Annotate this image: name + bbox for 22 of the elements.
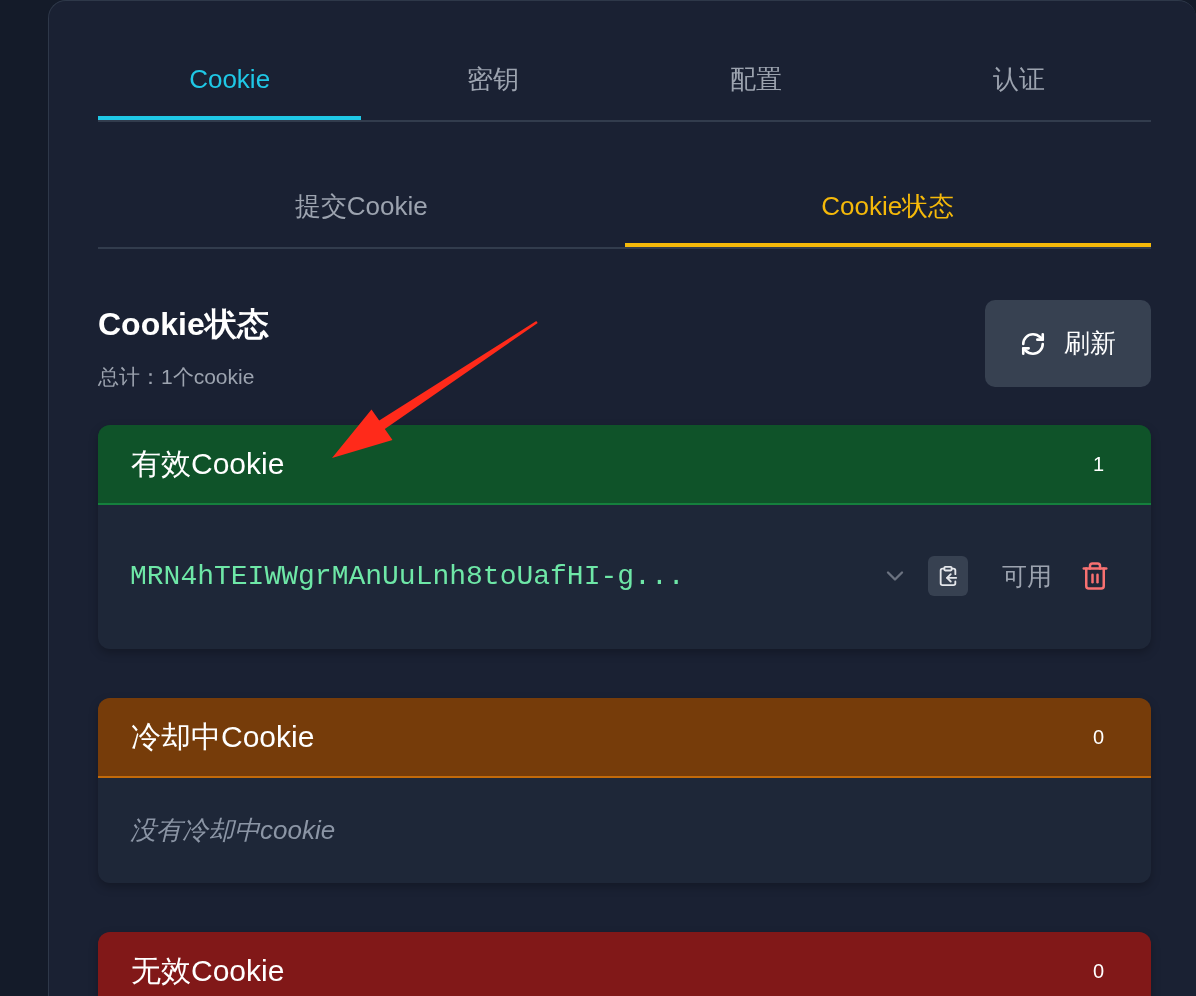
trash-icon[interactable] [1080,561,1110,591]
cookie-total: 总计：1个cookie [98,364,255,390]
tab[interactable]: 密钥 [361,42,625,120]
status-label: 可用 [1002,560,1052,592]
cookie-value: MRN4hTEIWWgrMAnUuLnh8toUafHI-g... [130,560,685,592]
section-title: 冷却中Cookie [131,718,315,755]
section-count: 0 [1092,959,1104,983]
clipboard-icon [937,565,959,587]
refresh-icon [1020,330,1046,357]
tab[interactable]: 认证 [887,42,1151,120]
section-title: 有效Cookie [131,445,285,482]
tab[interactable]: Cookie [98,42,362,120]
copy-button[interactable] [928,556,968,596]
section-count: 1 [1092,452,1104,476]
empty-message: 没有冷却中cookie [129,814,337,847]
section-count: 0 [1092,725,1104,749]
tab[interactable]: 配置 [624,42,888,120]
page-title: Cookie状态 [98,305,269,344]
section-title: 无效Cookie [131,952,285,989]
refresh-button[interactable]: 刷新 [985,300,1151,387]
tab[interactable]: 提交Cookie [98,169,625,247]
tab[interactable]: Cookie状态 [624,169,1151,247]
